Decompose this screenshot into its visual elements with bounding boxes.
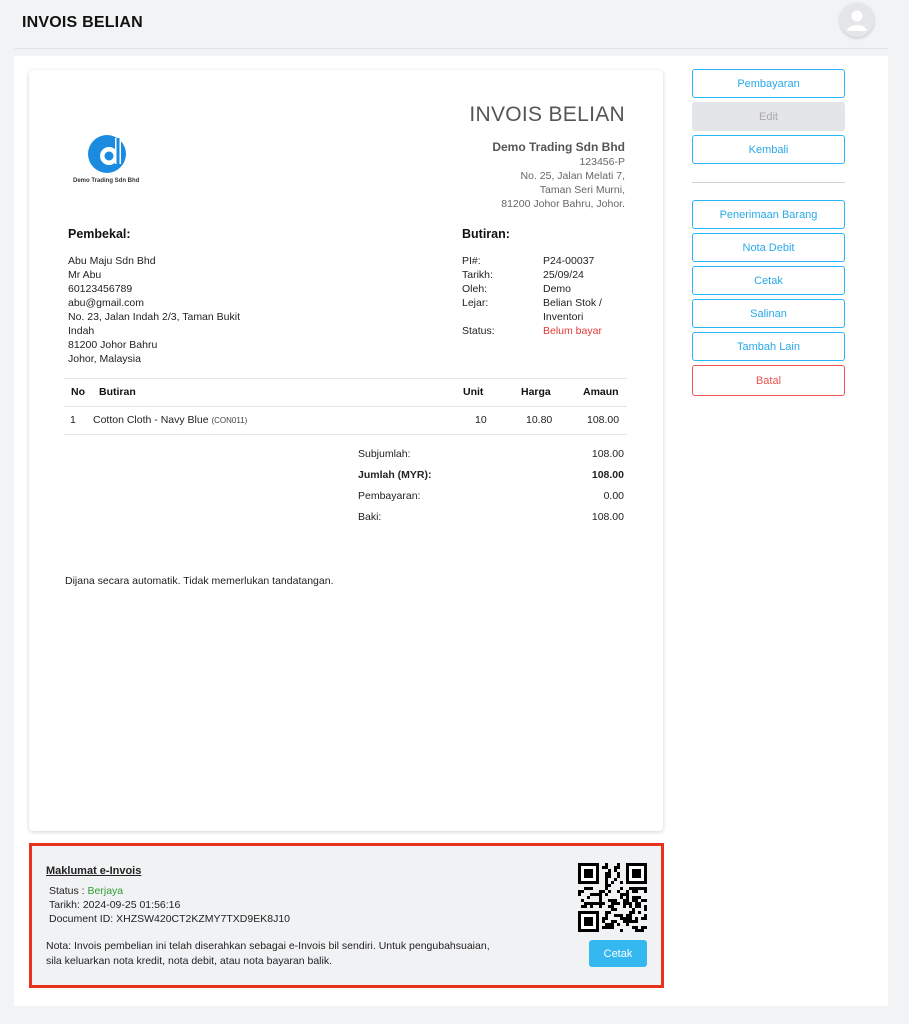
einvoice-note-1: Nota: Invois pembelian ini telah diserah… — [46, 940, 490, 952]
supplier-line: 60123456789 — [68, 283, 133, 295]
date-value: 25/09/24 — [543, 269, 584, 281]
auto-generated-note: Dijana secara automatik. Tidak memerluka… — [65, 575, 334, 587]
status-badge: Belum bayar — [543, 325, 602, 337]
einvoice-note-2: sila keluarkan nota kredit, nota debit, … — [46, 955, 333, 967]
row-unit: 10 — [475, 414, 487, 426]
supplier-line: abu@gmail.com — [68, 297, 145, 309]
invoice-title: INVOIS BELIAN — [469, 103, 625, 126]
company-name: Demo Trading Sdn Bhd — [492, 140, 625, 154]
user-avatar-icon[interactable] — [840, 3, 874, 37]
date-label: Tarikh: — [462, 269, 493, 281]
ledger-value-2: Inventori — [543, 311, 584, 323]
by-value: Demo — [543, 283, 572, 295]
supplier-line: Abu Maju Sdn Bhd — [68, 255, 156, 267]
row-no: 1 — [70, 414, 76, 426]
company-address-1: No. 25, Jalan Melati 7, — [520, 170, 625, 182]
subtotal-value: 108.00 — [591, 448, 624, 460]
einvoice-status-label: Status : — [49, 885, 88, 897]
th-no: No — [71, 386, 85, 398]
cetak-button[interactable]: Cetak — [692, 266, 845, 295]
pi-value: P24-00037 — [543, 255, 595, 267]
supplier-heading: Pembekal: — [68, 227, 131, 241]
payment-value: 0.00 — [603, 490, 624, 502]
tambah-lain-button[interactable]: Tambah Lain — [692, 332, 845, 361]
penerimaan-barang-button[interactable]: Penerimaan Barang — [692, 200, 845, 229]
status-label: Status: — [462, 325, 495, 337]
invoice-paper: INVOIS BELIAN Demo Trading Sdn Bhd Demo … — [29, 70, 663, 831]
kembali-button[interactable]: Kembali — [692, 135, 845, 164]
subtotal-label: Subjumlah: — [358, 448, 411, 460]
row-item-code: (CON011) — [211, 416, 248, 425]
header-divider — [14, 48, 888, 49]
einvoice-status-value: Berjaya — [87, 885, 124, 897]
th-price: Harga — [521, 386, 551, 398]
edit-button[interactable]: Edit — [692, 102, 845, 131]
balance-label: Baki: — [358, 511, 382, 523]
einvoice-status: Status : Berjaya — [49, 885, 123, 897]
total-label: Jumlah (MYR): — [358, 469, 432, 481]
th-unit: Unit — [463, 386, 484, 398]
pi-label: PI#: — [462, 255, 481, 267]
ledger-label: Lejar: — [462, 297, 489, 309]
table-top-line — [64, 378, 627, 379]
row-amount: 108.00 — [587, 414, 620, 426]
page-title: INVOIS BELIAN — [22, 14, 143, 31]
sidebar-divider — [692, 182, 845, 183]
company-address-2: Taman Seri Murni, — [539, 184, 625, 196]
balance-value: 108.00 — [591, 511, 624, 523]
top-bar: INVOIS BELIAN — [0, 0, 909, 48]
qr-code-icon — [578, 863, 647, 932]
supplier-line: Johor, Malaysia — [68, 353, 141, 365]
total-value: 108.00 — [591, 469, 624, 481]
salinan-button[interactable]: Salinan — [692, 299, 845, 328]
einvoice-heading: Maklumat e-Invois — [46, 865, 142, 877]
details-heading: Butiran: — [462, 227, 510, 241]
einvoice-date: Tarikh: 2024-09-25 01:56:16 — [49, 899, 181, 911]
batal-button[interactable]: Batal — [692, 365, 845, 396]
supplier-line: 81200 Johor Bahru — [68, 339, 158, 351]
company-address-3: 81200 Johor Bahru, Johor. — [501, 198, 625, 210]
table-header-line — [64, 406, 627, 407]
einvoice-document-id: Document ID: XHZSW420CT2KZMY7TXD9EK8J10 — [49, 913, 290, 925]
by-label: Oleh: — [462, 283, 488, 295]
company-reg-no: 123456-P — [579, 156, 625, 168]
ledger-value: Belian Stok / — [543, 297, 602, 309]
table-bottom-line — [64, 434, 627, 435]
pembayaran-button[interactable]: Pembayaran — [692, 69, 845, 98]
th-item: Butiran — [99, 386, 136, 398]
einvoice-print-button[interactable]: Cetak — [589, 940, 647, 967]
supplier-line: Mr Abu — [68, 269, 102, 281]
logo-text: Demo Trading Sdn Bhd — [73, 178, 140, 184]
row-price: 10.80 — [526, 414, 553, 426]
payment-label: Pembayaran: — [358, 490, 421, 502]
row-item-name: Cotton Cloth - Navy Blue — [93, 414, 209, 426]
row-item: Cotton Cloth - Navy Blue (CON011) — [93, 414, 247, 426]
th-amount: Amaun — [583, 386, 619, 398]
supplier-line: Indah — [68, 325, 95, 337]
supplier-line: No. 23, Jalan Indah 2/3, Taman Bukit — [68, 311, 240, 323]
einvoice-panel: Maklumat e-Invois Status : Berjaya Tarik… — [29, 843, 664, 988]
nota-debit-button[interactable]: Nota Debit — [692, 233, 845, 262]
